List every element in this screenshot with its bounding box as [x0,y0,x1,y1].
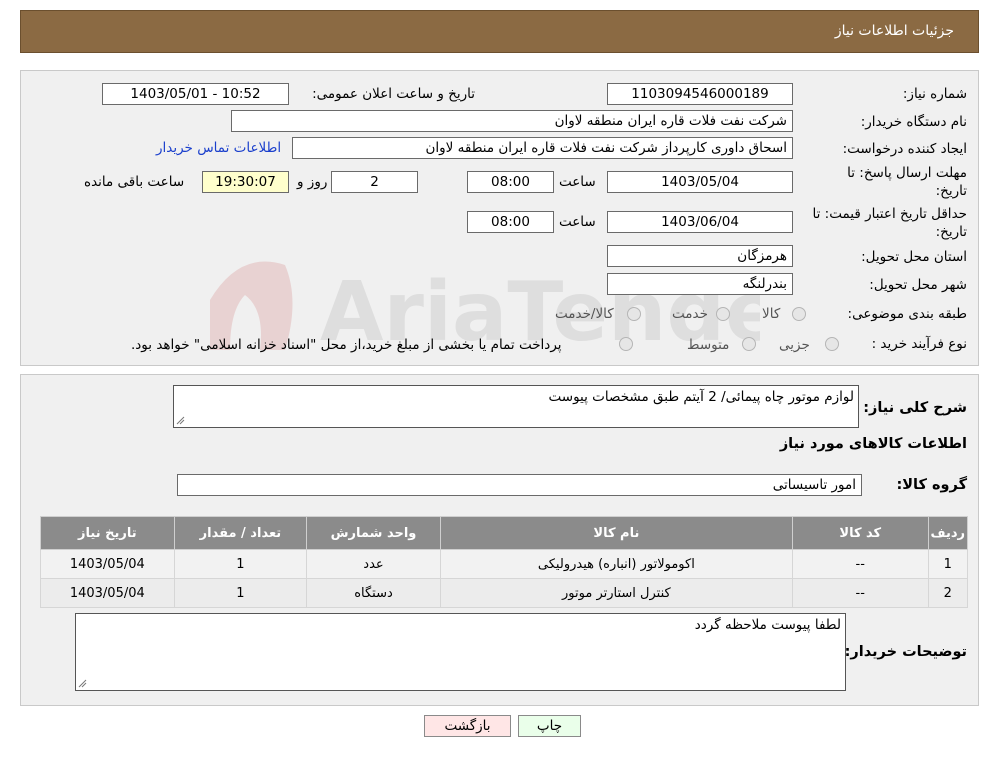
process-label: نوع فرآیند خرید : [871,336,967,352]
quantity-cell: 1 [173,549,308,579]
category-label: طبقه بندی موضوعی: [847,306,967,322]
process-option-small: جزیی [779,337,810,353]
category-option-goods: کالا [762,306,781,322]
column-header-unit: واحد شمارش [306,516,441,550]
buyer-notes-textarea[interactable]: لطفا پیوست ملاحظه گردد [75,613,846,691]
validity-time-field: 08:00 [467,211,554,233]
goods-code-cell: -- [791,549,929,579]
deadline-time-field: 08:00 [467,171,554,193]
quantity-cell: 1 [173,578,308,608]
need-number-field: 1103094546000189 [607,83,793,105]
page-header: جزئیات اطلاعات نیاز [20,10,979,53]
process-option-medium: متوسط [687,337,730,353]
remaining-time-field: 19:30:07 [202,171,289,193]
deadline-date-field: 1403/05/04 [607,171,793,193]
description-textarea[interactable]: لوازم موتور چاه پیمائی/ 2 آیتم طبق مشخصا… [173,385,859,428]
table-row: 1 -- اکومولاتور (انباره) هیدرولیکی عدد 1… [40,549,969,579]
days-label: روز و [297,174,328,190]
deadline-label-1: مهلت ارسال پاسخ: تا [847,165,967,181]
validity-date-field: 1403/06/04 [607,211,793,233]
process-note: پرداخت تمام یا بخشی از مبلغ خرید،از محل … [131,337,562,353]
deadline-label-2: تاریخ: [935,183,967,199]
description-label: شرح کلی نیاز: [863,400,967,416]
city-field: بندرلنگه [607,273,793,295]
announce-date-field: 1403/05/01 - 10:52 [102,83,289,105]
column-header-quantity: تعداد / مقدار [173,516,308,550]
buyer-notes-label: توضیحات خریدار: [844,644,967,660]
unit-cell: عدد [306,549,441,579]
city-label: شهر محل تحویل: [869,277,967,293]
remaining-days-field: 2 [331,171,418,193]
buyer-notes-text: لطفا پیوست ملاحظه گردد [694,617,841,633]
print-button[interactable]: چاپ [518,715,581,737]
goods-code-cell: -- [791,578,929,608]
need-date-cell: 1403/05/04 [40,549,175,579]
remaining-time-label: ساعت باقی مانده [84,174,185,190]
need-number-label: شماره نیاز: [902,86,967,102]
resize-grip-icon[interactable] [78,679,87,688]
province-label: استان محل تحویل: [861,249,967,265]
column-header-need-date: تاریخ نیاز [40,516,175,550]
goods-table: ردیف کد کالا نام کالا واحد شمارش تعداد /… [40,516,969,608]
requester-field: اسحاق داوری کارپرداز شرکت نفت فلات قاره … [292,137,793,159]
buyer-contact-link[interactable]: اطلاعات تماس خریدار [156,140,281,156]
back-button[interactable]: بازگشت [424,715,511,737]
category-radio-goods[interactable] [792,307,806,321]
page-title: جزئیات اطلاعات نیاز [834,23,954,39]
category-option-goods-service: کالا/خدمت [555,306,614,322]
goods-name-cell: کنترل استارتر موتور [439,578,793,608]
description-text: لوازم موتور چاه پیمائی/ 2 آیتم طبق مشخصا… [548,389,854,405]
goods-name-cell: اکومولاتور (انباره) هیدرولیکی [439,549,793,579]
requester-label: ایجاد کننده درخواست: [842,141,967,157]
category-option-service: خدمت [672,306,708,322]
column-header-goods-code: کد کالا [791,516,929,550]
table-header-row: ردیف کد کالا نام کالا واحد شمارش تعداد /… [40,516,969,550]
row-number-cell: 1 [927,549,969,579]
announce-date-label: تاریخ و ساعت اعلان عمومی: [312,86,475,102]
goods-group-label: گروه کالا: [896,477,967,493]
goods-group-field: امور تاسیساتی [177,474,862,496]
resize-grip-icon[interactable] [176,416,185,425]
validity-label-2: تاریخ: [935,224,967,240]
buyer-org-label: نام دستگاه خریدار: [860,114,967,130]
province-field: هرمزگان [607,245,793,267]
category-radio-service[interactable] [716,307,730,321]
need-date-cell: 1403/05/04 [40,578,175,608]
category-radio-goods-service[interactable] [627,307,641,321]
goods-section-title: اطلاعات کالاهای مورد نیاز [779,436,967,452]
deadline-time-label: ساعت [559,174,596,190]
process-radio-medium[interactable] [742,337,756,351]
unit-cell: دستگاه [306,578,441,608]
process-radio-treasury[interactable] [619,337,633,351]
row-number-cell: 2 [927,578,969,608]
table-row: 2 -- کنترل استارتر موتور دستگاه 1 1403/0… [40,578,969,608]
column-header-goods-name: نام کالا [439,516,793,550]
buyer-org-field: شرکت نفت فلات قاره ایران منطقه لاوان [231,110,793,132]
validity-time-label: ساعت [559,214,596,230]
column-header-row-number: ردیف [927,516,969,550]
validity-label-1: حداقل تاریخ اعتبار قیمت: تا [812,206,967,222]
process-radio-small[interactable] [825,337,839,351]
